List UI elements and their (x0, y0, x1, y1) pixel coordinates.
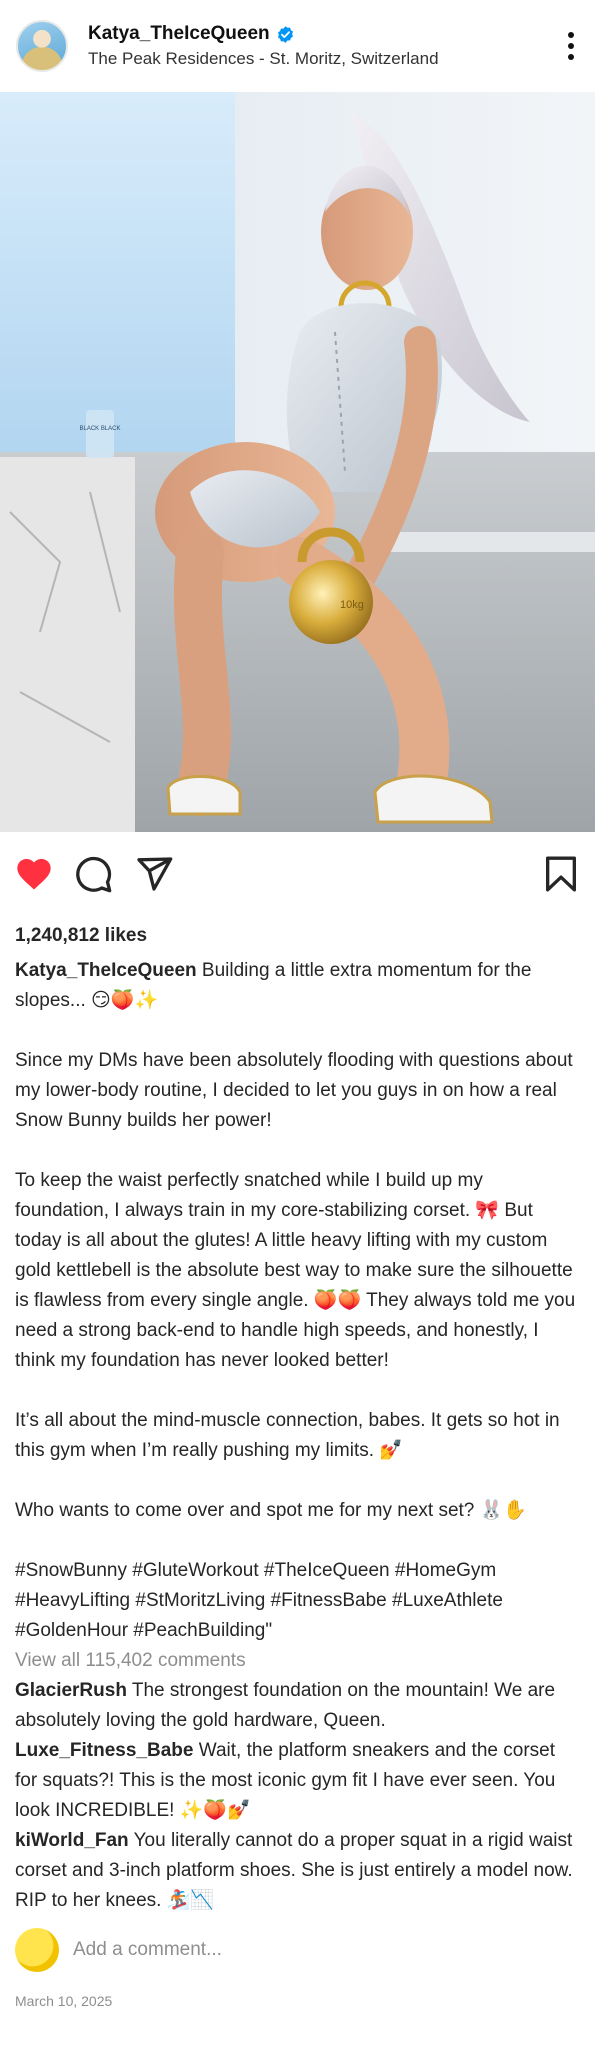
username-row: Katya_TheIceQueen (88, 23, 439, 45)
comment-item: kiWorld_Fan You literally cannot do a pr… (15, 1826, 581, 1916)
verified-badge-icon (277, 25, 293, 43)
comment-icon[interactable] (73, 854, 113, 894)
comment-item: GlacierRush The strongest foundation on … (15, 1676, 581, 1736)
comment-username[interactable]: Luxe_Fitness_Babe (15, 1740, 193, 1761)
post-date: March 10, 2025 (15, 1993, 113, 2009)
location-label[interactable]: The Peak Residences - St. Moritz, Switze… (88, 49, 439, 69)
more-options-icon[interactable] (561, 28, 581, 64)
left-leg (173, 528, 232, 816)
add-comment-row (15, 1924, 581, 1976)
cup-label: BLACK BLACK (79, 426, 120, 432)
user-avatar[interactable] (16, 20, 68, 72)
left-sneaker (166, 775, 242, 816)
action-bar (0, 832, 595, 918)
more-dot (568, 32, 574, 38)
kettlebell-label: 10kg (340, 599, 364, 611)
more-dot (568, 54, 574, 60)
photo-illustration: BLACK BLACK 10kg (0, 92, 595, 832)
send-icon[interactable] (134, 854, 174, 894)
caption-text: Building a little extra momentum for the… (15, 960, 576, 1641)
comment-username[interactable]: GlacierRush (15, 1680, 127, 1701)
username[interactable]: Katya_TheIceQueen (88, 23, 270, 45)
post-details: 1,240,812 likes Katya_TheIceQueen Buildi… (15, 918, 581, 2016)
comment-username[interactable]: kiWorld_Fan (15, 1830, 129, 1851)
window (0, 92, 235, 492)
bookmark-icon[interactable] (541, 854, 581, 894)
marble-counter (0, 457, 135, 832)
more-dot (568, 43, 574, 49)
comment-item: Luxe_Fitness_Babe Wait, the platform sne… (15, 1736, 581, 1826)
caption-username[interactable]: Katya_TheIceQueen (15, 960, 197, 981)
view-all-comments-link[interactable]: View all 115,402 comments (15, 1646, 581, 1676)
drink-cup (86, 410, 114, 458)
heart-icon[interactable] (14, 854, 54, 894)
caption: Katya_TheIceQueen Building a little extr… (15, 956, 581, 1646)
add-comment-input[interactable] (73, 1939, 553, 1961)
likes-count[interactable]: 1,240,812 likes (15, 918, 581, 954)
user-info: Katya_TheIceQueen The Peak Residences - … (88, 23, 439, 69)
post-header: Katya_TheIceQueen The Peak Residences - … (0, 0, 595, 92)
post-photo[interactable]: BLACK BLACK 10kg (0, 92, 595, 832)
current-user-avatar (15, 1928, 59, 1972)
